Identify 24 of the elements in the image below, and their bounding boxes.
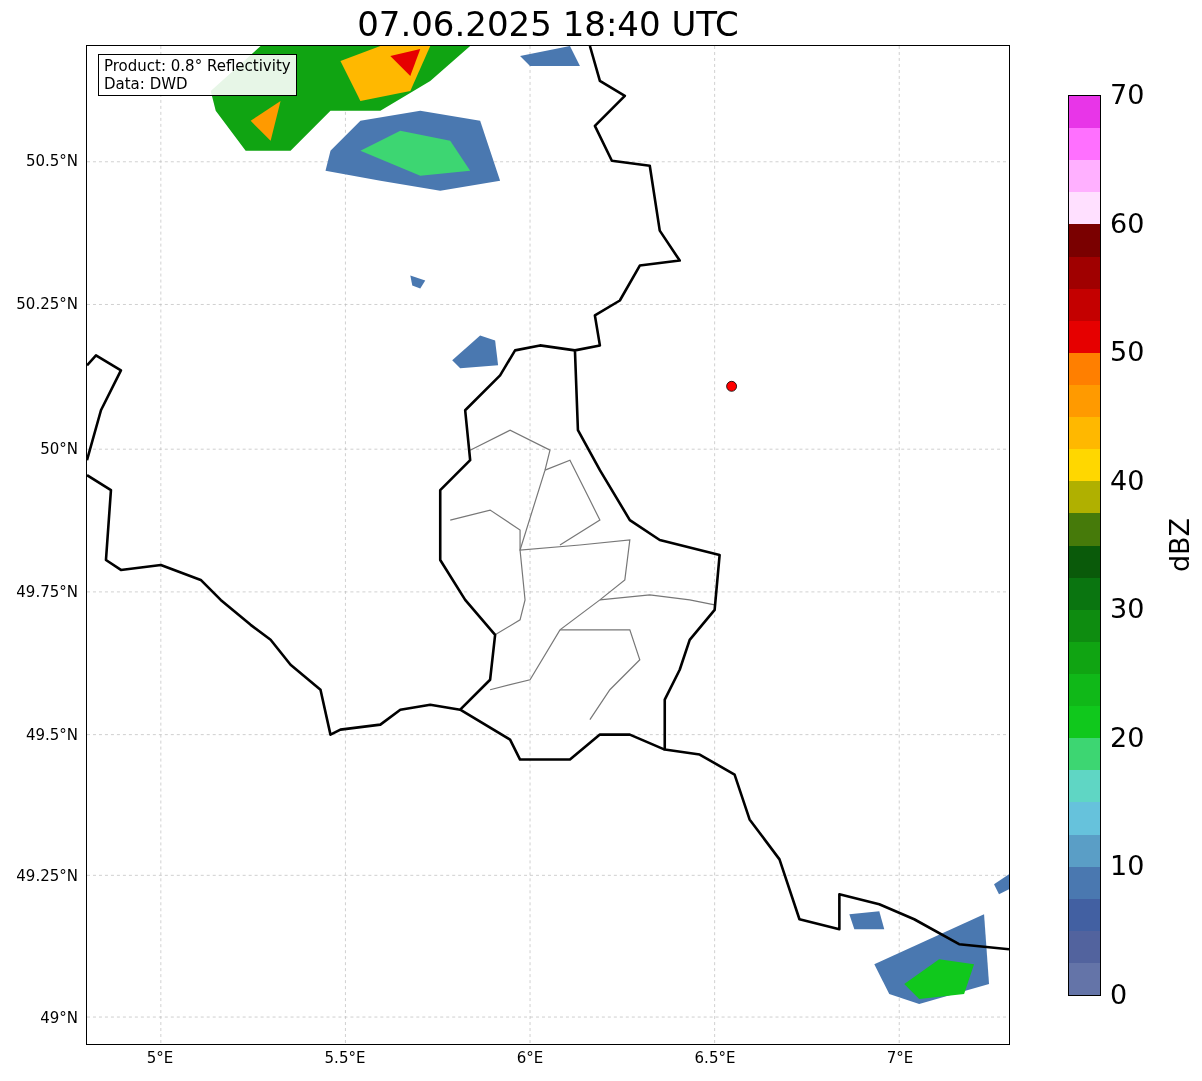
- latitude-label: 50.25°N: [16, 295, 78, 313]
- colorbar-tick-label: 10: [1110, 851, 1145, 882]
- colorbar-tick-label: 50: [1110, 337, 1145, 368]
- longitude-label: 5.5°E: [323, 1049, 367, 1067]
- longitude-label: 7°E: [885, 1049, 915, 1067]
- colorbar-tick-label: 20: [1110, 722, 1145, 753]
- longitude-label: 6°E: [515, 1049, 545, 1067]
- longitude-label: 5°E: [145, 1049, 175, 1067]
- colorbar-tick-label: 40: [1110, 465, 1145, 496]
- colorbar-tick-label: 70: [1110, 80, 1145, 110]
- chart-title: 07.06.2025 18:40 UTC: [356, 3, 740, 46]
- latitude-label: 49°N: [40, 1009, 78, 1027]
- colorbar-tick-label: 30: [1110, 594, 1145, 625]
- colorbar-tick-label: 60: [1110, 208, 1145, 239]
- latitude-label: 49.5°N: [25, 726, 78, 744]
- latitude-label: 50°N: [40, 440, 78, 458]
- latitude-label: 49.25°N: [16, 867, 78, 885]
- colorbar-axis-label: dBZ: [1165, 517, 1195, 573]
- latitude-label: 50.5°N: [25, 152, 78, 170]
- info-text: Data: DWD: [104, 75, 189, 93]
- latitude-label: 49.75°N: [16, 583, 78, 601]
- info-text: Product: 0.8° Reflectivity: [104, 57, 291, 75]
- colorbar-tick-label: 0: [1110, 980, 1128, 1010]
- longitude-label: 6.5°E: [693, 1049, 737, 1067]
